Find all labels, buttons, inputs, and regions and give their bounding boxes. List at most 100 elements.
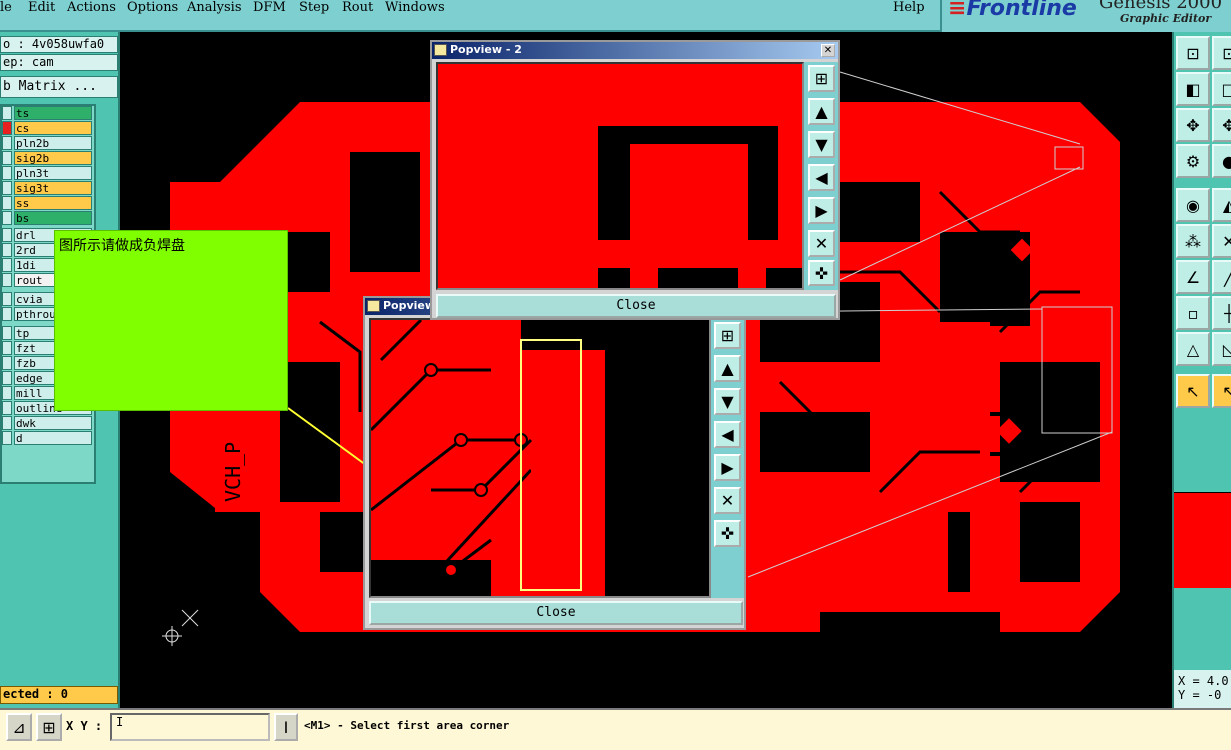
xy-input[interactable]: I <box>110 713 270 741</box>
popview-2-window: Popview - 2 ✕ ⊞ ▲ ▼ ◀ ▶ ✕ ✜ Close <box>430 40 840 320</box>
grid-icon[interactable]: ⊞ <box>36 713 62 741</box>
close-icon[interactable]: ✕ <box>821 44 835 57</box>
angle-icon[interactable]: ◭ <box>1212 188 1231 222</box>
layer-item[interactable]: bs <box>14 211 92 225</box>
layer-item[interactable]: pln2b <box>14 136 92 150</box>
layer-swatch[interactable] <box>2 416 12 430</box>
layer-item[interactable]: sig3t <box>14 181 92 195</box>
add-icon[interactable]: ┼ <box>1212 296 1231 330</box>
menu-dfm[interactable]: DFM <box>253 0 286 15</box>
layer-swatch[interactable] <box>2 326 12 340</box>
fit-view-icon[interactable]: ✥ <box>1176 108 1210 142</box>
pan-left-icon[interactable]: ◀ <box>808 164 835 191</box>
line-angle-icon[interactable]: ∠ <box>1176 260 1210 294</box>
pan-down-icon[interactable]: ▼ <box>808 131 835 158</box>
layer-item[interactable]: dwk <box>14 416 92 430</box>
layer-swatch[interactable] <box>2 307 12 321</box>
layer-swatch[interactable] <box>2 121 12 135</box>
layer-item[interactable]: ts <box>14 106 92 120</box>
pad-icon[interactable]: ▫ <box>1176 296 1210 330</box>
select-icon[interactable]: ◉ <box>1176 188 1210 222</box>
layer-swatch[interactable] <box>2 181 12 195</box>
layer-item[interactable]: cs <box>14 121 92 135</box>
pan-right-icon[interactable]: ▶ <box>714 454 741 481</box>
menu-actions[interactable]: Actions <box>67 0 116 15</box>
net-icon[interactable]: ⁂ <box>1176 224 1210 258</box>
layer-swatch[interactable] <box>2 106 12 120</box>
layer-swatch[interactable] <box>2 292 12 306</box>
snap-icon[interactable]: ⊿ <box>6 713 32 741</box>
step-name: ep: cam <box>0 54 118 71</box>
menu-step[interactable]: Step <box>299 0 329 15</box>
menu-analysis[interactable]: Analysis <box>187 0 242 15</box>
layer-swatch[interactable] <box>2 136 12 150</box>
menu-edit[interactable]: Edit <box>28 0 55 15</box>
layer-item[interactable]: pln3t <box>14 166 92 180</box>
route-icon[interactable]: ◺ <box>1212 332 1231 366</box>
pointer-alt-icon[interactable]: ↖ <box>1212 374 1231 408</box>
layer-swatch[interactable] <box>2 401 12 415</box>
zoom-out-icon[interactable]: ✕ <box>808 230 835 257</box>
zoom-out-icon[interactable]: ✕ <box>714 487 741 514</box>
popview-2-titlebar[interactable]: Popview - 2 ✕ <box>432 42 838 59</box>
zoom-home-icon[interactable]: ⊞ <box>714 322 741 349</box>
line-icon[interactable]: ╱ <box>1212 260 1231 294</box>
pan-left-icon[interactable]: ◀ <box>714 421 741 448</box>
layer-swatch[interactable] <box>2 166 12 180</box>
layer-swatch[interactable] <box>2 386 12 400</box>
layer-swatch[interactable] <box>2 211 12 225</box>
zoom-box-icon[interactable]: □ <box>1212 72 1231 106</box>
layer-item[interactable]: d <box>14 431 92 445</box>
layer-swatch[interactable] <box>2 228 12 242</box>
status-prompt: <M1> - Select first area corner <box>304 719 510 732</box>
zoom-window-icon[interactable]: ⊡ <box>1212 36 1231 70</box>
layer-item[interactable]: ss <box>14 196 92 210</box>
layer-swatch[interactable] <box>2 258 12 272</box>
status-bar: ⊿ ⊞ X Y : I I <M1> - Select first area c… <box>0 708 1231 750</box>
zoom-home-icon[interactable]: ⊡ <box>1176 36 1210 70</box>
text-cursor-icon[interactable]: I <box>274 713 298 741</box>
popview-window: Popview ⊞ ▲ ▼ ◀ ▶ ✕ ✜ Close <box>363 296 746 630</box>
layer-swatch[interactable] <box>2 341 12 355</box>
layer-swatch[interactable] <box>2 273 12 287</box>
popview-view[interactable] <box>369 318 711 598</box>
menu-help[interactable]: Help <box>893 0 925 15</box>
menu-file[interactable]: le <box>0 0 12 15</box>
pan-up-icon[interactable]: ▲ <box>808 98 835 125</box>
pan-right-icon[interactable]: ▶ <box>808 197 835 224</box>
popview-2-title: Popview - 2 <box>450 43 522 56</box>
pan-up-icon[interactable]: ▲ <box>714 355 741 382</box>
layer-swatch[interactable] <box>2 196 12 210</box>
brand-area: ≡Frontline Genesis 2000 Graphic Editor <box>940 0 1231 32</box>
annotation-note: 图所示请做成负焊盘 <box>54 230 288 411</box>
coord-x: X = 4.0 <box>1178 674 1229 688</box>
popview-2-view[interactable] <box>436 62 804 290</box>
layer-swatch[interactable] <box>2 151 12 165</box>
close-button[interactable]: Close <box>369 601 743 625</box>
layer-item[interactable]: sig2b <box>14 151 92 165</box>
pan-left-icon[interactable]: ◧ <box>1176 72 1210 106</box>
coordinate-readout: X = 4.0 Y = -0 <box>1174 670 1231 708</box>
zoom-in-icon[interactable]: ✥ <box>1212 108 1231 142</box>
layer-swatch[interactable] <box>2 243 12 257</box>
snap-icon[interactable]: ● <box>1212 144 1231 178</box>
menu-windows[interactable]: Windows <box>385 0 445 15</box>
pointer-icon[interactable]: ↖ <box>1176 374 1210 408</box>
board-thumbnail[interactable] <box>1174 492 1231 588</box>
triangle-icon[interactable]: △ <box>1176 332 1210 366</box>
matrix-button[interactable]: b Matrix ... <box>0 76 118 98</box>
window-icon <box>367 300 380 312</box>
menu-rout[interactable]: Rout <box>342 0 373 15</box>
window-icon <box>434 44 447 56</box>
zoom-in-icon[interactable]: ✜ <box>714 520 741 547</box>
pan-down-icon[interactable]: ▼ <box>714 388 741 415</box>
cross-icon[interactable]: ✕ <box>1212 224 1231 258</box>
layer-swatch[interactable] <box>2 431 12 445</box>
layer-swatch[interactable] <box>2 371 12 385</box>
zoom-in-icon[interactable]: ✜ <box>808 260 835 286</box>
layer-swatch[interactable] <box>2 356 12 370</box>
zoom-home-icon[interactable]: ⊞ <box>808 65 835 92</box>
measure-icon[interactable]: ⚙ <box>1176 144 1210 178</box>
menu-options[interactable]: Options <box>127 0 178 15</box>
close-button[interactable]: Close <box>436 294 836 318</box>
